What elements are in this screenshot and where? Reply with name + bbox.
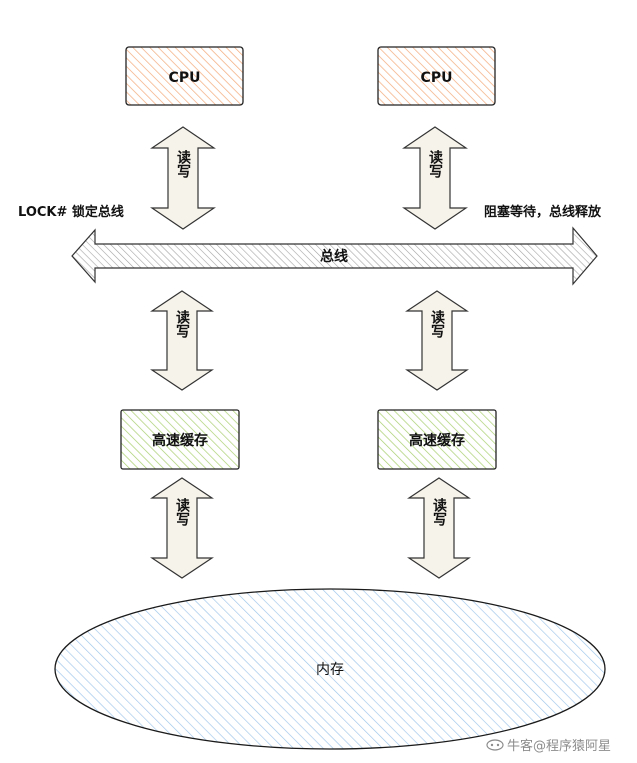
cache-box-right: 高速缓存 — [377, 409, 497, 470]
bus-label: 总线 — [320, 248, 348, 265]
rw-arrow-cpu-left: 读写 — [150, 126, 216, 230]
rw-arrow-bus-right-label: 读写 — [429, 309, 445, 339]
rw-arrow-cpu-left-shape — [150, 126, 216, 230]
bus-annotation-right: 阻塞等待，总线释放 — [484, 204, 602, 220]
cpu-label-right: CPU — [421, 70, 453, 86]
rw-arrow-bus-left: 读写 — [150, 290, 214, 391]
rw-arrow-mem-left-label: 读写 — [174, 497, 190, 527]
rw-arrow-cpu-left-label: 读写 — [175, 149, 191, 179]
diagram-svg: CPU CPU 读写 读写 LOCK# 锁定总线 阻塞等待，总线释放 总线 读写… — [18, 46, 611, 754]
rw-arrow-bus-right-shape — [405, 290, 469, 391]
memory: 内存 — [54, 588, 606, 750]
rw-arrow-mem-right-shape — [407, 477, 471, 579]
watermark: 牛客@程序猿阿星 — [486, 738, 611, 754]
rw-arrow-mem-left-shape — [150, 477, 214, 579]
rw-arrow-mem-right: 读写 — [407, 477, 471, 579]
rw-arrow-bus-left-label: 读写 — [174, 309, 190, 339]
cpu-label-left: CPU — [169, 70, 201, 86]
cache-box-left: 高速缓存 — [120, 409, 240, 470]
cache-label-left: 高速缓存 — [152, 432, 208, 449]
bus: 总线 — [71, 226, 598, 286]
cpu-box-left: CPU — [125, 46, 244, 106]
rw-arrow-cpu-right: 读写 — [402, 126, 468, 230]
cpu-box-right: CPU — [377, 46, 496, 106]
rw-arrow-mem-right-label: 读写 — [431, 497, 447, 527]
diagram-canvas: CPU CPU 读写 读写 LOCK# 锁定总线 阻塞等待，总线释放 总线 读写… — [0, 0, 637, 763]
memory-label: 内存 — [316, 662, 344, 678]
watermark-logo-icon — [486, 739, 504, 751]
rw-arrow-cpu-right-label: 读写 — [427, 149, 443, 179]
rw-arrow-mem-left: 读写 — [150, 477, 214, 579]
watermark-text: 牛客@程序猿阿星 — [507, 738, 611, 754]
rw-arrow-bus-right: 读写 — [405, 290, 469, 391]
rw-arrow-cpu-right-shape — [402, 126, 468, 230]
rw-arrow-bus-left-shape — [150, 290, 214, 391]
cache-label-right: 高速缓存 — [409, 432, 465, 449]
bus-annotation-left: LOCK# 锁定总线 — [18, 204, 124, 220]
